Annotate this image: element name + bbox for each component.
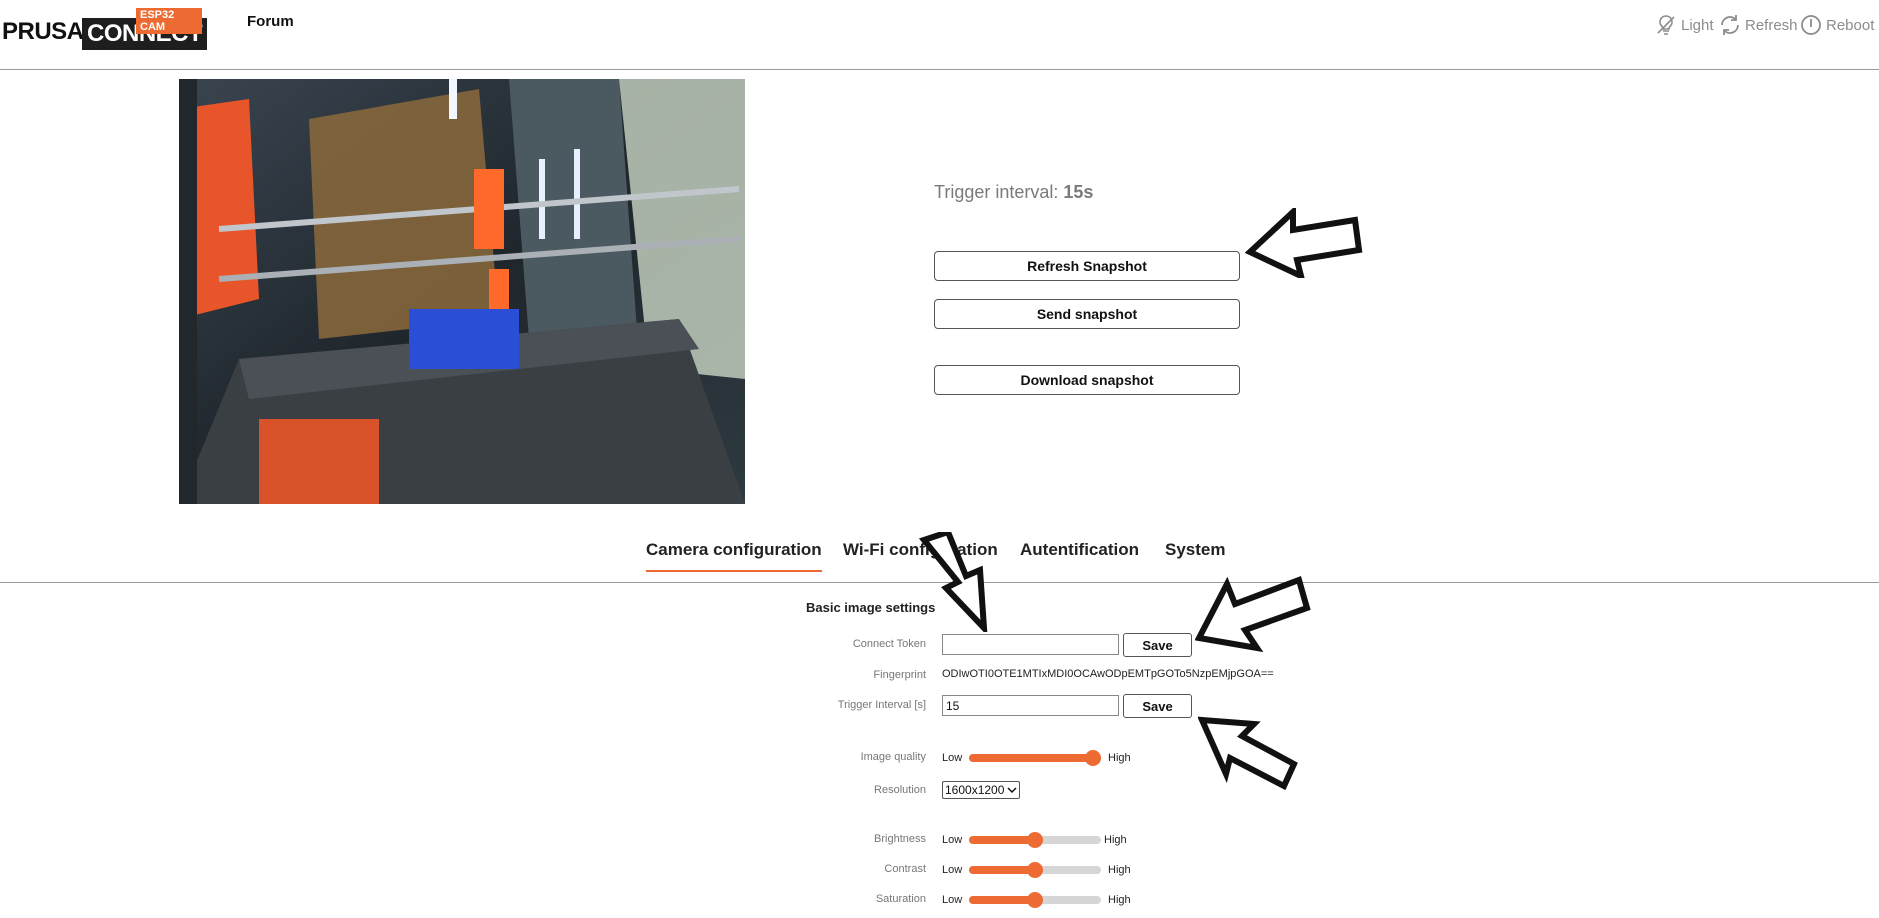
light-button[interactable]: Light [1654, 12, 1714, 38]
chevron-down-icon [1007, 787, 1017, 794]
fingerprint-label: Fingerprint [873, 669, 926, 681]
resolution-label: Resolution [874, 784, 926, 796]
resolution-select[interactable]: 1600x1200 [942, 781, 1021, 799]
trigger-interval-info: Trigger interval: 15s [934, 182, 1093, 203]
light-label: Light [1681, 16, 1714, 34]
camera-snapshot [179, 79, 745, 504]
contrast-slider-thumb[interactable] [1027, 862, 1043, 878]
trigger-interval-input[interactable] [942, 695, 1119, 716]
header: PRUSA CONNECT ESP32 CAM Forum Light Refr… [0, 0, 1879, 70]
prusa-connect-logo[interactable]: PRUSA CONNECT ESP32 CAM [2, 8, 208, 50]
annotation-arrow-save-interval [1198, 716, 1298, 790]
logo-prusa-text: PRUSA [2, 18, 84, 45]
saturation-low-label: Low [942, 894, 963, 906]
snapshot-image [179, 79, 745, 504]
brightness-label: Brightness [874, 833, 926, 845]
section-title: Basic image settings [806, 600, 936, 615]
forum-link[interactable]: Forum [247, 13, 294, 30]
saturation-slider-fill [969, 896, 1035, 904]
tab-autentification[interactable]: Autentification [1020, 540, 1139, 570]
saturation-slider[interactable] [969, 892, 1101, 908]
image-quality-low-label: Low [942, 752, 963, 764]
contrast-label: Contrast [884, 863, 926, 875]
saturation-slider-thumb[interactable] [1027, 892, 1043, 908]
fingerprint-value: ODIwOTI0OTE1MTIxMDI0OCAwODpEMTpGOTo5NzpE… [942, 668, 1274, 680]
trigger-interval-field-label: Trigger Interval [s] [837, 699, 926, 711]
annotation-arrow-save-token [1195, 576, 1311, 653]
save-trigger-interval-button[interactable]: Save [1123, 694, 1192, 718]
send-snapshot-button[interactable]: Send snapshot [934, 299, 1240, 329]
saturation-high-label: High [1108, 894, 1131, 906]
brightness-slider-fill [969, 836, 1035, 844]
brightness-high-label: High [1104, 834, 1127, 846]
image-quality-label: Image quality [860, 751, 926, 763]
image-quality-slider[interactable] [969, 750, 1101, 766]
reboot-icon [1801, 15, 1821, 35]
image-quality-slider-fill [969, 754, 1093, 762]
reboot-label: Reboot [1826, 16, 1875, 34]
brightness-low-label: Low [942, 834, 963, 846]
connect-token-label: Connect Token [852, 638, 926, 650]
brightness-slider-thumb[interactable] [1027, 832, 1043, 848]
save-connect-token-button[interactable]: Save [1123, 633, 1192, 657]
tab-camera-configuration[interactable]: Camera configuration [646, 540, 822, 572]
logo-badge: ESP32 CAM [136, 8, 202, 34]
download-snapshot-button[interactable]: Download snapshot [934, 365, 1240, 395]
trigger-interval-value: 15s [1063, 182, 1094, 202]
image-quality-slider-thumb[interactable] [1085, 750, 1101, 766]
resolution-value: 1600x1200 [945, 783, 1005, 797]
light-off-icon [1657, 15, 1675, 35]
refresh-snapshot-button[interactable]: Refresh Snapshot [934, 251, 1240, 281]
refresh-label: Refresh [1745, 16, 1798, 34]
contrast-slider[interactable] [969, 862, 1101, 878]
saturation-label: Saturation [875, 893, 926, 905]
refresh-icon [1721, 15, 1739, 35]
contrast-low-label: Low [942, 864, 963, 876]
image-quality-high-label: High [1108, 752, 1131, 764]
trigger-interval-label: Trigger interval: [934, 182, 1064, 202]
contrast-slider-fill [969, 866, 1035, 874]
annotation-arrow-token-input [918, 532, 988, 632]
annotation-arrow-refresh [1245, 208, 1363, 278]
tab-system[interactable]: System [1165, 540, 1225, 570]
refresh-button[interactable]: Refresh [1718, 12, 1798, 38]
reboot-button[interactable]: Reboot [1799, 12, 1874, 38]
contrast-high-label: High [1108, 864, 1131, 876]
connect-token-input[interactable] [942, 634, 1119, 655]
brightness-slider[interactable] [969, 832, 1101, 848]
